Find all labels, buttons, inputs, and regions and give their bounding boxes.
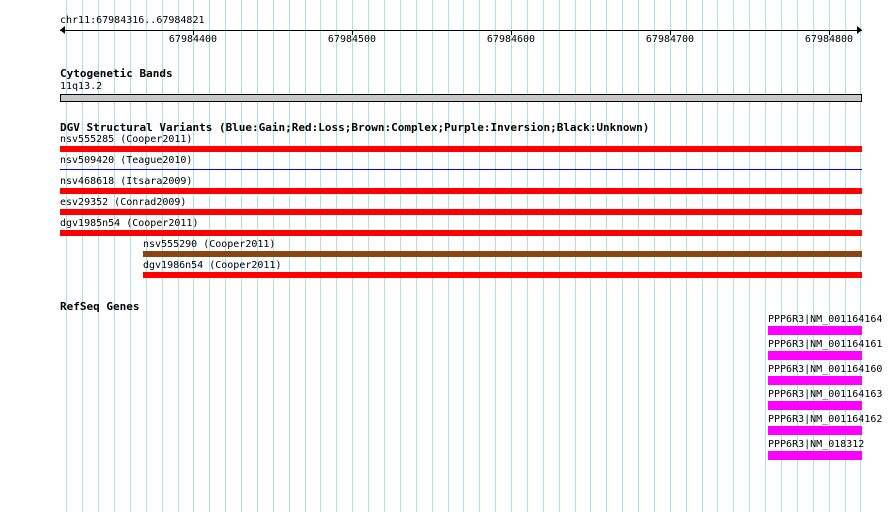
dgv-variant-bar[interactable] <box>60 230 862 236</box>
dgv-variant-bar[interactable] <box>60 146 862 152</box>
dgv-variant-label: esv29352 (Conrad2009) <box>60 197 187 208</box>
refseq-gene-bar[interactable] <box>768 426 862 435</box>
refseq-gene-label: PPP6R3|NM_001164163 <box>768 389 883 400</box>
ruler-tick-label: 67984600 <box>486 34 536 45</box>
dgv-variant-label: nsv468618 (Itsara2009) <box>60 176 193 187</box>
ruler-range-label: chr11:67984316..67984821 <box>60 15 205 26</box>
dgv-variant-bar[interactable] <box>60 209 862 215</box>
refseq-gene-label: PPP6R3|NM_001164160 <box>768 364 883 375</box>
ruler-line <box>60 30 862 31</box>
refseq-gene-bar[interactable] <box>768 401 862 410</box>
refseq-gene-bar[interactable] <box>768 451 862 460</box>
ruler-tick-label: 67984800 <box>804 34 854 45</box>
ruler-right-arrow-icon[interactable] <box>857 26 862 34</box>
refseq-gene-bar[interactable] <box>768 376 862 385</box>
refseq-track-title: RefSeq Genes <box>60 300 140 313</box>
cytoband-bar[interactable] <box>60 94 862 102</box>
genome-browser-view: chr11:67984316..67984821 67984400 6798450… <box>0 0 890 512</box>
dgv-variant-bar[interactable] <box>60 169 862 170</box>
ruler-left-arrow-icon[interactable] <box>60 26 65 34</box>
refseq-gene-label: PPP6R3|NM_001164164 <box>768 314 883 325</box>
ruler-tick-label: 67984500 <box>327 34 377 45</box>
dgv-variant-label: dgv1985n54 (Cooper2011) <box>60 218 199 229</box>
refseq-gene-bar[interactable] <box>768 351 862 360</box>
refseq-gene-label: PPP6R3|NM_001164162 <box>768 414 883 425</box>
dgv-track-title: DGV Structural Variants (Blue:Gain;Red:L… <box>60 121 650 134</box>
dgv-variant-bar[interactable] <box>143 251 862 257</box>
ruler-tick-label: 67984700 <box>645 34 695 45</box>
dgv-variant-bar[interactable] <box>60 188 862 194</box>
dgv-variant-label: nsv555290 (Cooper2011) <box>143 239 276 250</box>
refseq-gene-bar[interactable] <box>768 326 862 335</box>
dgv-variant-label: dgv1986n54 (Cooper2011) <box>143 260 282 271</box>
dgv-variant-label: nsv509420 (Teague2010) <box>60 155 193 166</box>
refseq-gene-label: PPP6R3|NM_018312 <box>768 439 865 450</box>
dgv-variant-bar[interactable] <box>143 272 862 278</box>
ruler-tick-label: 67984400 <box>168 34 218 45</box>
dgv-variant-label: nsv555285 (Cooper2011) <box>60 134 193 145</box>
cytoband-label: 11q13.2 <box>60 81 103 92</box>
refseq-gene-label: PPP6R3|NM_001164161 <box>768 339 883 350</box>
cytoband-track-title: Cytogenetic Bands <box>60 67 173 80</box>
